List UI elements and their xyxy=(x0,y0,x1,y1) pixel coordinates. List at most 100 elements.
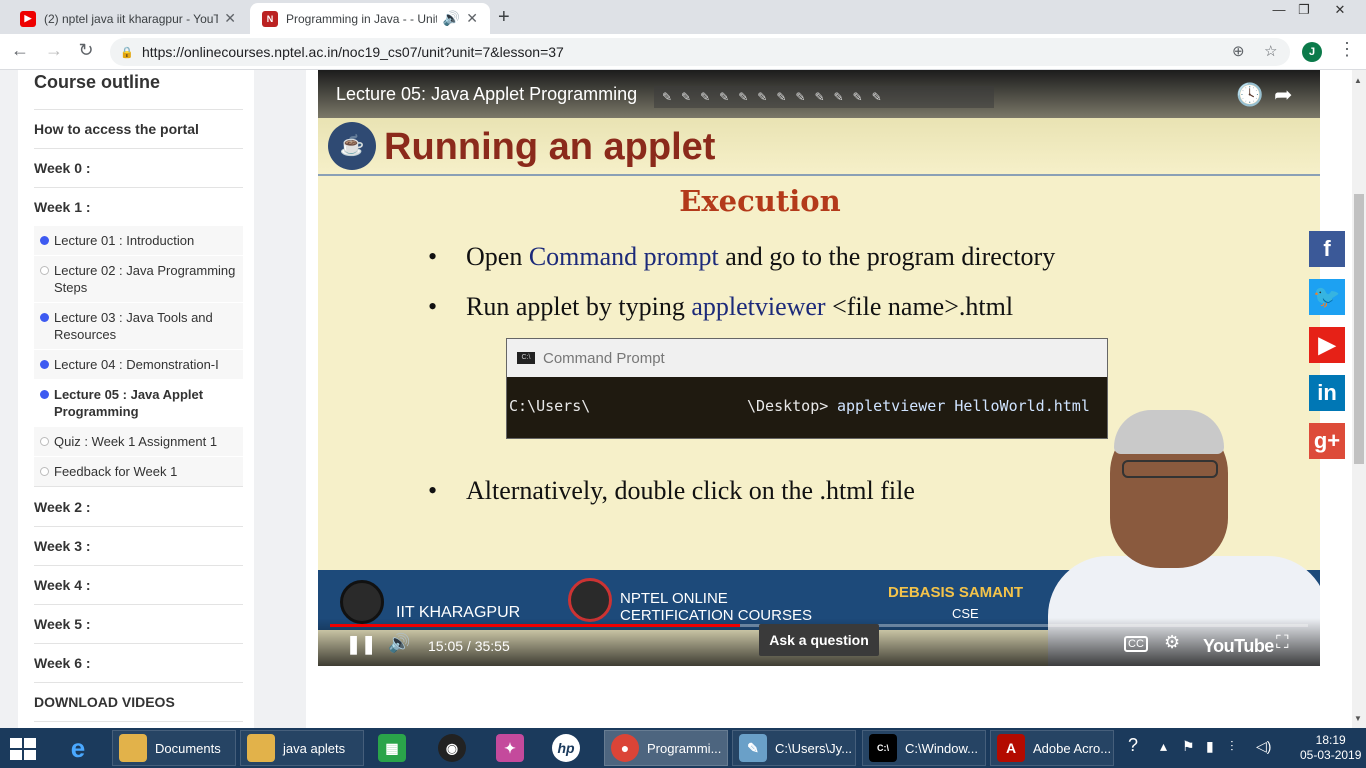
taskbar-documents[interactable]: Documents xyxy=(112,730,236,766)
scroll-down-icon[interactable]: ▼ xyxy=(1354,714,1362,723)
folder-icon xyxy=(247,734,275,762)
back-icon[interactable]: ← xyxy=(8,40,32,61)
share-icon[interactable]: ➦ xyxy=(1274,82,1292,108)
youtube-icon[interactable]: ▶ xyxy=(1309,327,1345,363)
settings-gear-icon[interactable]: ⚙ xyxy=(1164,632,1180,653)
lesson-item[interactable]: Lecture 02 : Java Programming Steps xyxy=(34,256,243,302)
bookmark-star-icon[interactable]: ☆ xyxy=(1264,42,1277,60)
notepad-icon: ✎ xyxy=(739,734,767,762)
window-close-button[interactable]: ✕ xyxy=(1320,2,1360,18)
acrobat-icon: A xyxy=(997,734,1025,762)
taskbar-cmd[interactable]: C:\ C:\Window... xyxy=(862,730,986,766)
speaker-tray-icon[interactable]: ◁) xyxy=(1256,738,1271,755)
paint-taskbar-icon[interactable]: ✦ xyxy=(490,730,532,766)
incomplete-dot-icon xyxy=(40,467,49,476)
tab-youtube[interactable]: ▶ (2) nptel java iit kharagpur - YouT ✕ xyxy=(8,3,248,34)
progress-fill xyxy=(330,624,740,627)
fullscreen-icon[interactable]: ⛶ xyxy=(1276,632,1289,653)
signal-icon[interactable]: ⫶ xyxy=(1230,738,1234,755)
taskbar-notepad[interactable]: ✎ C:\Users\Jy... xyxy=(732,730,856,766)
taskbar-java-aplets[interactable]: java aplets xyxy=(240,730,364,766)
taskbar-acrobat[interactable]: A Adobe Acro... xyxy=(990,730,1114,766)
taskbar-label: Programmi... xyxy=(647,740,722,756)
bullet-icon: • xyxy=(428,292,438,321)
forward-icon[interactable]: → xyxy=(42,40,66,61)
presenter-glasses xyxy=(1122,460,1218,478)
video-title[interactable]: Lecture 05: Java Applet Programming xyxy=(336,84,637,105)
ie-taskbar-icon[interactable]: e xyxy=(58,730,100,766)
page-content: Course outline How to access the portal … xyxy=(0,70,1352,728)
lesson-item[interactable]: Lecture 01 : Introduction xyxy=(34,226,243,255)
completed-dot-icon xyxy=(40,390,49,399)
sidebar-item-portal[interactable]: How to access the portal xyxy=(34,110,243,149)
youtube-logo[interactable]: YouTube xyxy=(1203,636,1274,657)
profile-avatar[interactable]: J xyxy=(1302,42,1322,62)
scroll-thumb[interactable] xyxy=(1354,194,1364,464)
scroll-up-icon[interactable]: ▲ xyxy=(1354,76,1362,85)
sidebar-item-week2[interactable]: Week 2 : xyxy=(34,488,243,527)
googleplus-icon[interactable]: g+ xyxy=(1309,423,1345,459)
youtube-favicon-icon: ▶ xyxy=(20,10,36,27)
close-tab-icon[interactable]: ✕ xyxy=(224,10,236,27)
speaker-icon[interactable]: 🔊 xyxy=(443,10,460,27)
media-taskbar-icon[interactable]: ◉ xyxy=(432,730,474,766)
sidebar-item-week6[interactable]: Week 6 : xyxy=(34,644,243,683)
lesson-item[interactable]: Quiz : Week 1 Assignment 1 xyxy=(34,427,243,456)
presenter-hair xyxy=(1114,410,1224,454)
ask-question-button[interactable]: Ask a question xyxy=(759,624,879,656)
windows-taskbar: e Documents java aplets ▦ ◉ ✦ hp ● Progra… xyxy=(0,728,1366,768)
bullet-text: Alternatively, double click on the .html… xyxy=(466,476,915,505)
bullet-highlight: appletviewer xyxy=(691,292,826,321)
maximize-button[interactable]: ❐ xyxy=(1289,2,1319,18)
twitter-icon[interactable]: 🐦 xyxy=(1309,279,1345,315)
lesson-label: Lecture 01 : Introduction xyxy=(54,233,195,248)
bullet-text: Run applet by typing xyxy=(466,292,692,321)
sidebar-item-week3[interactable]: Week 3 : xyxy=(34,527,243,566)
sidebar-item-week0[interactable]: Week 0 : xyxy=(34,149,243,188)
windows-start-icon[interactable] xyxy=(10,738,36,760)
network-icon[interactable]: ▮ xyxy=(1206,738,1214,755)
video-player[interactable]: ☕ Running an applet Execution • Open Com… xyxy=(318,70,1320,666)
new-tab-button[interactable]: + xyxy=(498,6,510,29)
clock-time: 18:19 xyxy=(1315,733,1346,747)
captions-icon[interactable]: CC xyxy=(1124,636,1148,652)
sidebar-item-week1[interactable]: Week 1 : xyxy=(34,188,243,226)
bullet-highlight: Command prompt xyxy=(528,242,719,271)
sidebar-item-download[interactable]: DOWNLOAD VIDEOS xyxy=(34,683,243,722)
lesson-label: Lecture 02 : Java Programming Steps xyxy=(54,263,236,295)
time-display: 15:05 / 35:55 xyxy=(428,638,510,654)
flag-icon[interactable]: ⚑ xyxy=(1182,738,1195,755)
sidebar-item-week4[interactable]: Week 4 : xyxy=(34,566,243,605)
sidebar-item-week5[interactable]: Week 5 : xyxy=(34,605,243,644)
help-icon[interactable]: ? xyxy=(1128,735,1138,756)
tab-nptel[interactable]: N Programming in Java - - Unit 🔊 ✕ xyxy=(250,3,490,34)
bullet-text: and go to the program directory xyxy=(718,242,1056,271)
tray-chevron-icon[interactable]: ▴ xyxy=(1160,738,1167,755)
pause-icon[interactable]: ❚❚ xyxy=(346,634,376,655)
lesson-item-current[interactable]: Lecture 05 : Java Applet Programming xyxy=(34,380,243,426)
linkedin-icon[interactable]: in xyxy=(1309,375,1345,411)
system-clock[interactable]: 18:19 05-03-2019 xyxy=(1300,733,1361,763)
store-taskbar-icon[interactable]: ▦ xyxy=(372,730,414,766)
incomplete-dot-icon xyxy=(40,266,49,275)
browser-menu-icon[interactable]: ⋮ xyxy=(1338,39,1356,60)
page-scrollbar[interactable]: ▲ ▼ xyxy=(1352,70,1366,728)
lock-icon: 🔒 xyxy=(120,47,134,59)
reload-icon[interactable]: ↻ xyxy=(74,40,98,61)
taskbar-chrome[interactable]: ● Programmi... xyxy=(604,730,728,766)
close-tab-icon[interactable]: ✕ xyxy=(466,10,478,27)
lesson-item[interactable]: Feedback for Week 1 xyxy=(34,457,243,487)
lesson-item[interactable]: Lecture 03 : Java Tools and Resources xyxy=(34,303,243,349)
taskbar-label: Adobe Acro... xyxy=(1033,740,1112,756)
annotation-toolbar: ✎✎✎✎✎✎✎✎✎✎✎✎ xyxy=(654,86,994,108)
hp-taskbar-icon[interactable]: hp xyxy=(546,730,588,766)
zoom-icon[interactable]: ⊕ xyxy=(1232,42,1245,60)
facebook-icon[interactable]: f xyxy=(1309,231,1345,267)
lesson-item[interactable]: Lecture 04 : Demonstration-I xyxy=(34,350,243,379)
watch-later-icon[interactable]: 🕓 xyxy=(1236,82,1263,108)
bullet-icon: • xyxy=(428,476,438,505)
incomplete-dot-icon xyxy=(40,437,49,446)
volume-icon[interactable]: 🔊 xyxy=(388,633,410,654)
taskbar-label: Documents xyxy=(155,740,221,756)
address-bar[interactable]: 🔒 https://onlinecourses.nptel.ac.in/noc1… xyxy=(110,38,1290,66)
